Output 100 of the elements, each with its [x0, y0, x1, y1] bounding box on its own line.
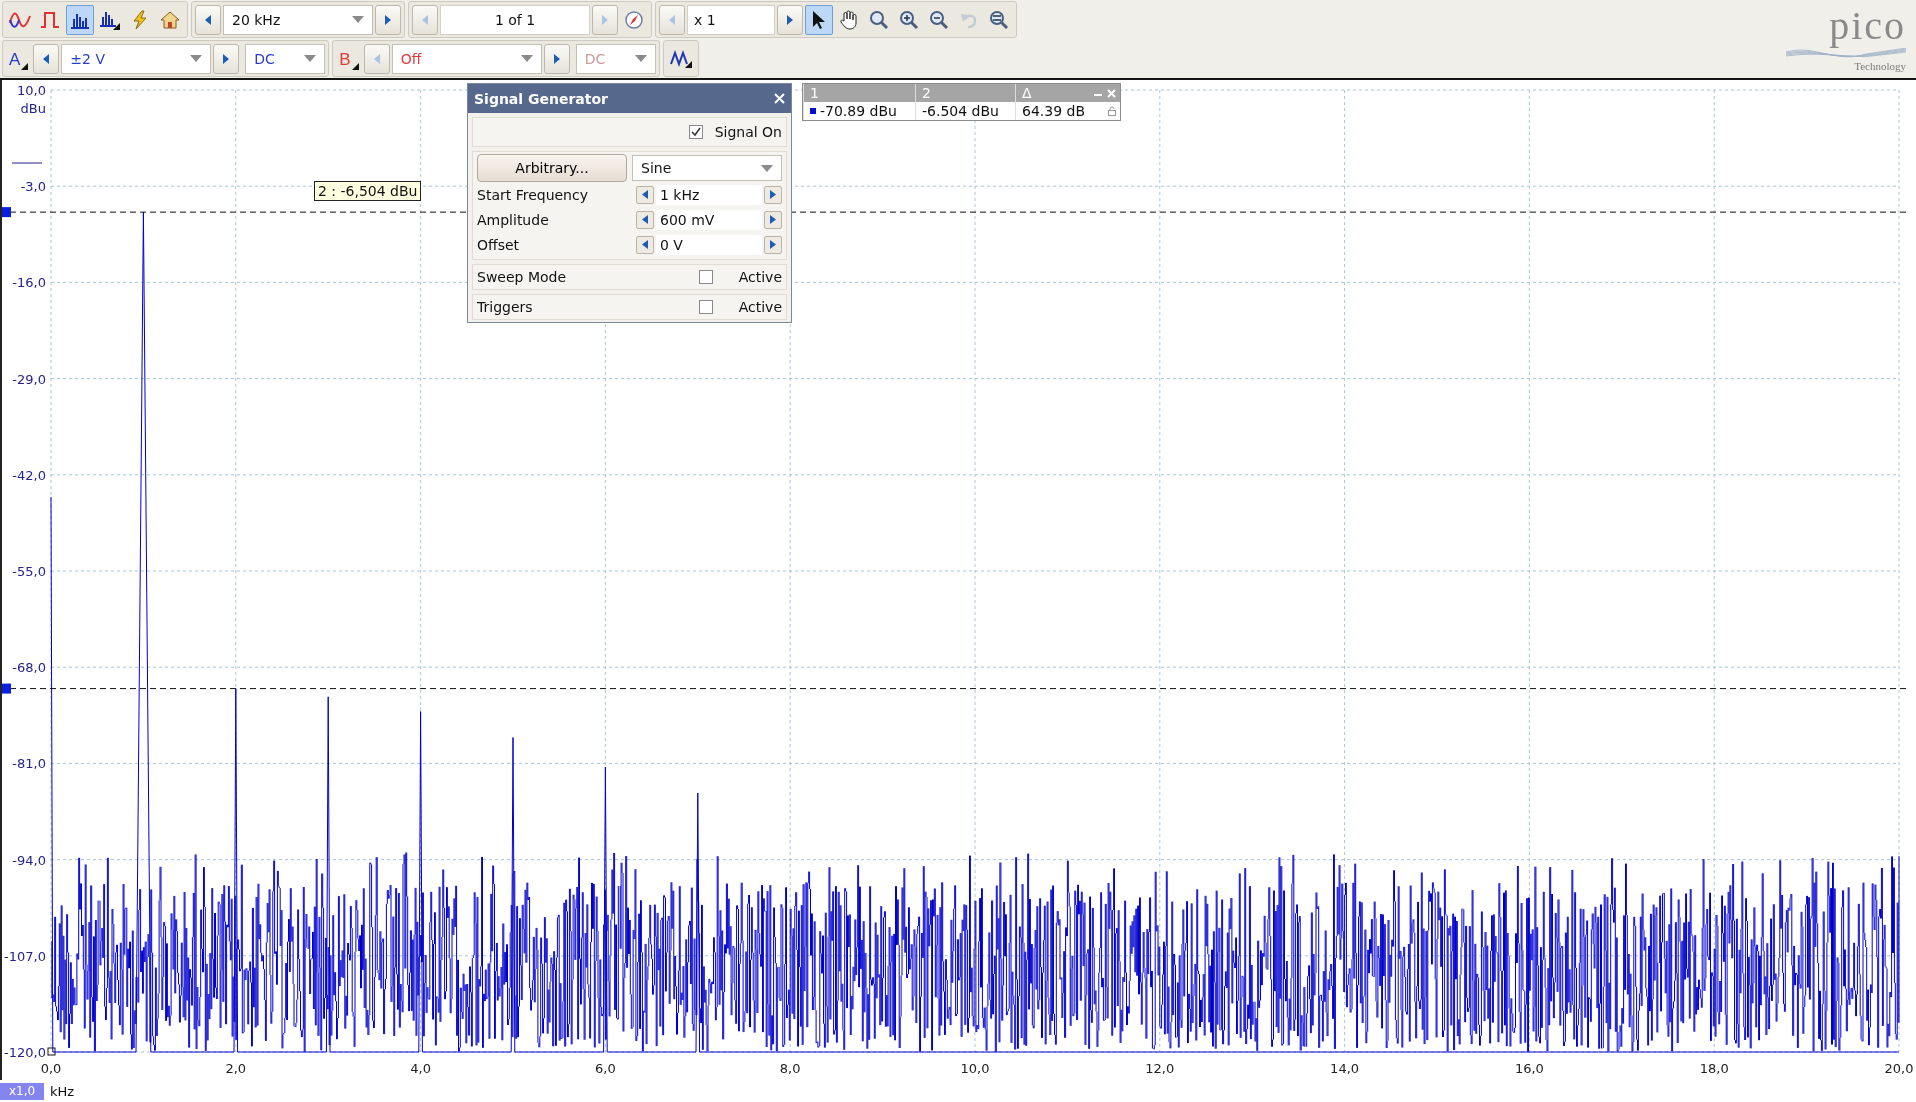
logo-subtitle: Technology — [1854, 60, 1906, 72]
axis-unit: dBu — [20, 101, 46, 116]
axis-unit: kHz — [50, 1083, 75, 1099]
next-button[interactable] — [213, 43, 240, 74]
view-mode-button[interactable] — [66, 4, 94, 35]
axis-label: 10,0 — [960, 1061, 990, 1076]
axis-label: -16,0 — [12, 275, 46, 291]
trace-marker-icon — [810, 108, 816, 114]
left-arrow-icon — [642, 215, 648, 224]
scale-marker — [11, 162, 43, 164]
next-button[interactable] — [375, 4, 401, 35]
increment-button[interactable] — [764, 235, 782, 254]
origin-marker — [47, 1047, 56, 1056]
value-field[interactable]: 0 V — [656, 234, 762, 255]
axis-label: 6,0 — [595, 1061, 616, 1076]
coupling-dropdown[interactable]: DC — [245, 43, 326, 74]
logo-text: pico — [1829, 4, 1906, 48]
dropdown-caret-icon — [190, 55, 203, 62]
axis-label: -68,0 — [12, 660, 46, 676]
decrement-button[interactable] — [636, 210, 654, 229]
channel-button[interactable]: B — [336, 43, 362, 74]
pointer-icon — [811, 9, 827, 30]
axis-label: -55,0 — [12, 564, 46, 579]
column-header: Δ — [1022, 85, 1032, 101]
left-arrow-icon — [420, 13, 430, 26]
left-arrow-icon — [667, 13, 677, 26]
compass-icon — [624, 9, 644, 30]
timebase-dropdown[interactable]: 20 kHz — [223, 4, 373, 35]
magnifier-icon — [869, 9, 889, 30]
axis-label: 8,0 — [779, 1061, 801, 1076]
ruler-handles[interactable] — [2, 207, 11, 694]
active-checkbox[interactable] — [698, 300, 713, 314]
right-arrow-icon — [785, 13, 795, 26]
right-arrow-icon — [770, 240, 776, 249]
field-label: Start Frequency — [477, 186, 588, 203]
active-checkbox[interactable] — [698, 270, 713, 284]
left-arrow-icon — [203, 13, 213, 26]
tool-button[interactable] — [805, 4, 833, 35]
zoom-fit-icon — [989, 9, 1009, 30]
lightning-icon — [131, 9, 149, 30]
increment-button[interactable] — [764, 185, 782, 204]
value-field[interactable]: 1 kHz — [656, 184, 762, 205]
field-label: Offset — [477, 236, 520, 253]
axis-label: 16,0 — [1514, 1061, 1544, 1076]
left-arrow-icon — [41, 52, 52, 65]
checkbox-label: Signal On — [714, 124, 782, 140]
column-header: 2 — [922, 85, 931, 101]
checkbox-label: Active — [738, 299, 782, 315]
option-label: Triggers — [477, 299, 533, 315]
axis-label: -107,0 — [4, 948, 46, 964]
axis-label: 2,0 — [225, 1061, 247, 1076]
axis-label: 4,0 — [410, 1061, 431, 1076]
dropdown-caret-icon — [634, 55, 647, 62]
right-arrow-icon — [770, 190, 776, 199]
axis-label: -120,0 — [4, 1045, 46, 1060]
panel-title: Signal Generator — [474, 90, 608, 107]
increment-button[interactable] — [764, 210, 782, 229]
ruler-line[interactable] — [9, 688, 1908, 690]
checkbox-label: Active — [738, 269, 782, 285]
previous-button[interactable] — [33, 43, 60, 74]
dropdown-caret-icon — [761, 164, 773, 172]
corner-triangle-icon — [351, 62, 359, 70]
waveform-icon — [669, 49, 692, 68]
column-header: 1 — [810, 85, 819, 101]
hand-icon — [839, 9, 859, 30]
table-cell: -6.504 dBu — [922, 103, 999, 119]
scale-badge: x1,0 — [0, 1082, 44, 1100]
axis-label: -94,0 — [12, 852, 46, 868]
pulse-icon — [40, 10, 60, 29]
dropdown-caret-icon — [520, 55, 533, 62]
value-field[interactable]: 600 mV — [656, 209, 762, 230]
waveform-dropdown[interactable]: Sine — [632, 155, 782, 181]
arbitrary-button[interactable]: Arbitrary... — [477, 154, 627, 182]
zoom-factor: x 1 — [687, 4, 775, 35]
table-cell: 64.39 dB — [1022, 103, 1086, 119]
previous-button[interactable] — [195, 4, 221, 35]
channel-button[interactable]: A — [6, 43, 32, 74]
axis-label: 20,0 — [1884, 1061, 1914, 1076]
right-arrow-icon — [383, 13, 393, 26]
home-icon — [160, 9, 180, 30]
axis-label: -81,0 — [12, 756, 46, 772]
waveform-icon — [9, 10, 31, 29]
decrement-button[interactable] — [636, 185, 654, 204]
option-label: Sweep Mode — [477, 269, 567, 285]
signal-on-checkbox[interactable] — [688, 125, 703, 139]
check-icon — [690, 127, 701, 137]
table-cell: -70.89 dBu — [820, 103, 897, 119]
axis-label: -3,0 — [20, 179, 46, 195]
lock-icon[interactable] — [1108, 106, 1116, 116]
next-button[interactable] — [543, 43, 570, 74]
close-icon[interactable] — [774, 93, 785, 104]
range-dropdown[interactable]: Off — [391, 43, 542, 74]
range-dropdown[interactable]: ±2 V — [61, 43, 212, 74]
decrement-button[interactable] — [636, 235, 654, 254]
zoom-out-icon — [929, 9, 949, 30]
left-arrow-icon — [642, 240, 648, 249]
buffer-counter: 1 of 1 — [440, 4, 590, 35]
field-label: Amplitude — [477, 211, 549, 228]
right-arrow-icon — [600, 13, 610, 26]
next-button[interactable] — [777, 4, 803, 35]
